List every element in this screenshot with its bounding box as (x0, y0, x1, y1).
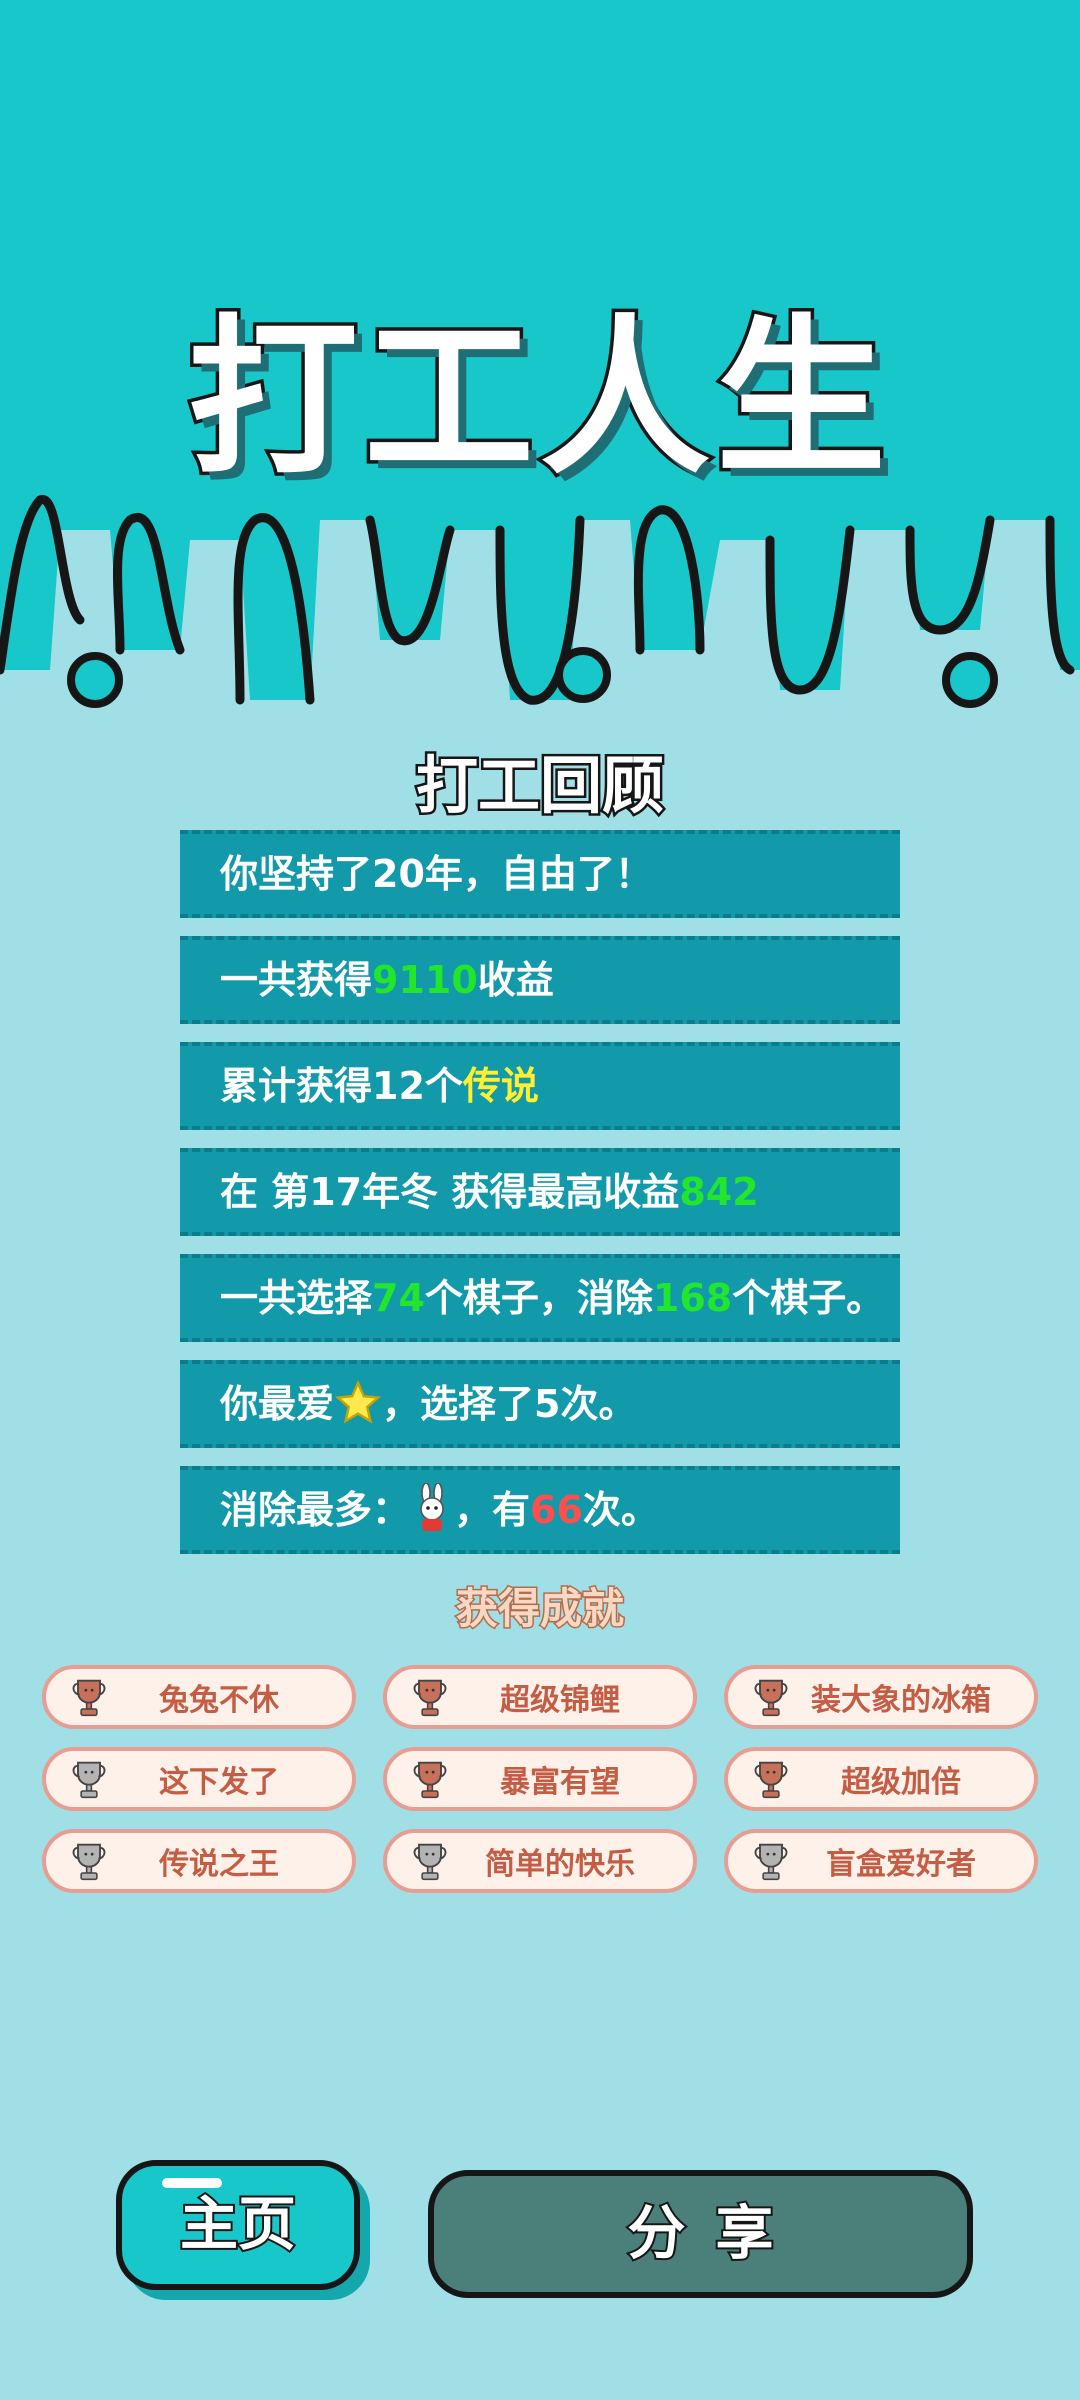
achievement-label: 简单的快乐 (485, 1847, 635, 1882)
review-item-years: 你坚持了20年，自由了！ (180, 830, 900, 918)
trophy-icon (413, 1679, 447, 1717)
review-pieces-p3: 个棋子。 (732, 1276, 885, 1320)
review-legend-prefix: 累计获得12个 (220, 1064, 463, 1108)
review-item-pieces: 一共选择74个棋子，消除168个棋子。 (180, 1254, 900, 1342)
review-fav-prefix: 你最爱 (220, 1382, 335, 1426)
achievement-label: 盲盒爱好者 (826, 1847, 976, 1882)
trophy-icon (413, 1761, 447, 1799)
review-fav-suffix: ，选择了5次。 (382, 1382, 637, 1426)
star-icon (335, 1380, 381, 1424)
trophy-icon (754, 1679, 788, 1717)
achievement-label: 兔兔不休 (159, 1683, 279, 1718)
review-title: 打工回顾 (413, 747, 666, 825)
achievement-label: 暴富有望 (500, 1765, 620, 1800)
rabbit-icon (420, 1482, 444, 1531)
achievement-badge[interactable]: 盲盒爱好者 (724, 1829, 1038, 1893)
review-pieces-p1: 一共选择 (220, 1276, 373, 1320)
trophy-icon (72, 1679, 106, 1717)
review-item-max-income: 在 第17年冬 获得最高收益842 (180, 1148, 900, 1236)
share-button[interactable]: 分享 (428, 2170, 973, 2298)
button-shine (162, 2178, 222, 2188)
review-item-most-removed: 消除最多： ，有66次。 (180, 1466, 900, 1554)
review-pieces-v2: 168 (652, 1276, 733, 1320)
review-pieces-p2: 个棋子，消除 (424, 1276, 653, 1320)
achievement-badge[interactable]: 超级锦鲤 (383, 1665, 697, 1729)
achievements-title: 获得成就 (454, 1583, 625, 1635)
review-max-value: 842 (679, 1170, 759, 1214)
achievement-label: 传说之王 (159, 1847, 279, 1882)
achievements-grid: 兔兔不休 超级锦鲤 装大象的冰箱这下发了 暴富有望 超级加倍传说之王 简单的快乐 盲盒爱好者 (42, 1665, 1038, 1893)
review-removed-value: 66 (530, 1488, 583, 1532)
trophy-icon (72, 1843, 106, 1881)
review-legend-value: 传说 (462, 1064, 539, 1108)
review-item-favorite: 你最爱 ，选择了5次。 (180, 1360, 900, 1448)
trophy-icon (754, 1843, 788, 1881)
trophy-icon (72, 1761, 106, 1799)
trophy-icon (754, 1761, 788, 1799)
review-removed-suffix: 次。 (582, 1488, 659, 1532)
achievement-badge[interactable]: 兔兔不休 (42, 1665, 356, 1729)
share-button-label: 分享 (625, 2197, 804, 2269)
review-income-prefix: 一共获得 (220, 958, 373, 1002)
achievement-badge[interactable]: 装大象的冰箱 (724, 1665, 1038, 1729)
trophy-icon (413, 1843, 447, 1881)
achievement-label: 超级锦鲤 (500, 1683, 620, 1718)
home-button-label: 主页 (178, 2188, 298, 2260)
game-title: 打工人生 (184, 297, 892, 502)
achievement-label: 装大象的冰箱 (811, 1683, 991, 1718)
review-years-text: 你坚持了20年，自由了！ (220, 852, 653, 896)
review-removed-prefix: 消除最多： (220, 1488, 411, 1532)
review-list: 你坚持了20年，自由了！ 一共获得9110收益 累计获得12个传说 在 第17年… (180, 830, 900, 1572)
achievement-badge[interactable]: 传说之王 (42, 1829, 356, 1893)
achievement-label: 超级加倍 (841, 1765, 961, 1800)
home-button[interactable]: 主页 (116, 2160, 360, 2290)
review-item-income: 一共获得9110收益 (180, 936, 900, 1024)
review-item-legend: 累计获得12个传说 (180, 1042, 900, 1130)
review-income-value: 9110 (372, 958, 478, 1002)
achievement-label: 这下发了 (159, 1765, 279, 1800)
review-removed-p2: ，有 (454, 1488, 531, 1532)
achievement-badge[interactable]: 这下发了 (42, 1747, 356, 1811)
header-drip-banner: 打工人生 (0, 0, 1080, 740)
review-pieces-v1: 74 (372, 1276, 425, 1320)
review-income-suffix: 收益 (477, 958, 554, 1002)
achievement-badge[interactable]: 暴富有望 (383, 1747, 697, 1811)
achievement-badge[interactable]: 超级加倍 (724, 1747, 1038, 1811)
review-max-prefix: 在 第17年冬 获得最高收益 (220, 1170, 680, 1214)
achievement-badge[interactable]: 简单的快乐 (383, 1829, 697, 1893)
